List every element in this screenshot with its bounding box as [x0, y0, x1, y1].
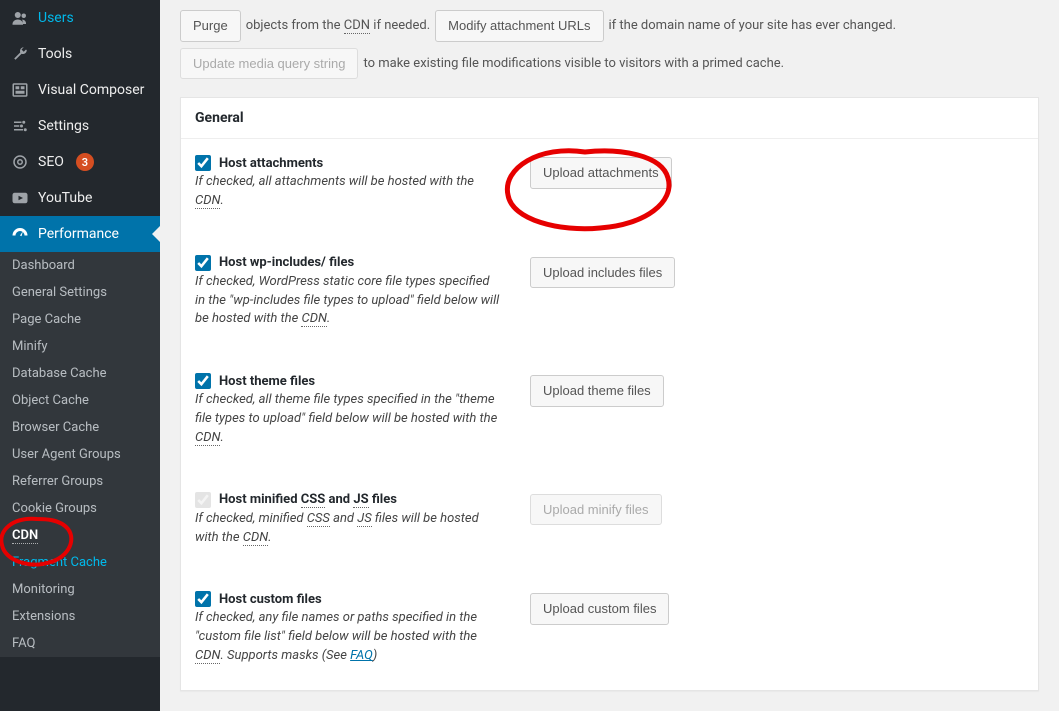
- sidebar-sub-extensions[interactable]: Extensions: [0, 603, 160, 630]
- setting-checkbox[interactable]: [195, 492, 211, 508]
- cdn-toolbar: Purge objects from the CDN if needed. Mo…: [180, 0, 1039, 48]
- setting-title-text: Host attachments: [219, 156, 323, 171]
- setting-description: If checked, WordPress static core file t…: [195, 273, 500, 330]
- setting-description: If checked, all attachments will be host…: [195, 173, 500, 211]
- cdn-abbr: CDN: [344, 18, 370, 34]
- cdn-toolbar-2: Update media query string to make existi…: [180, 48, 1039, 86]
- setting-row: Host wp-includes/ files If checked, WordP…: [181, 235, 1038, 354]
- faq-link[interactable]: FAQ: [350, 648, 373, 663]
- setting-left: Host attachments If checked, all attachme…: [195, 155, 500, 211]
- setting-row: Host custom files If checked, any file na…: [181, 571, 1038, 690]
- sidebar-item-settings[interactable]: Settings: [0, 108, 160, 144]
- setting-description: If checked, any file names or paths spec…: [195, 609, 500, 666]
- sidebar-sub-cookie-groups[interactable]: Cookie Groups: [0, 495, 160, 522]
- setting-checkbox[interactable]: [195, 373, 211, 389]
- panel-title: General: [181, 98, 1038, 139]
- setting-title[interactable]: Host minified CSS and JS files: [195, 492, 500, 508]
- setting-title-text: Host theme files: [219, 374, 315, 389]
- sidebar-item-label: Settings: [38, 118, 89, 134]
- setting-right: Upload theme files: [530, 373, 664, 448]
- upload-button-4[interactable]: Upload custom files: [530, 593, 669, 625]
- setting-checkbox[interactable]: [195, 155, 211, 171]
- setting-right: Upload minify files: [530, 492, 662, 548]
- setting-right: Upload attachments: [530, 155, 672, 211]
- sidebar-sub-dashboard[interactable]: Dashboard: [0, 252, 160, 279]
- update-description: to make existing file modifications visi…: [363, 56, 784, 71]
- sidebar-item-visual-composer[interactable]: Visual Composer: [0, 72, 160, 108]
- setting-title[interactable]: Host wp-includes/ files: [195, 255, 500, 271]
- sliders-icon: [10, 116, 30, 136]
- modify-urls-button[interactable]: Modify attachment URLs: [435, 10, 603, 42]
- sidebar-item-label: SEO: [38, 154, 64, 170]
- sidebar-item-label: Tools: [38, 46, 72, 62]
- setting-title-text: Host custom files: [219, 592, 322, 607]
- setting-row: Host attachments If checked, all attachme…: [181, 139, 1038, 235]
- sidebar-sub-general-settings[interactable]: General Settings: [0, 279, 160, 306]
- setting-title[interactable]: Host attachments: [195, 155, 500, 171]
- sidebar-sub-faq[interactable]: FAQ: [0, 630, 160, 657]
- seo-icon: [10, 152, 30, 172]
- purge-button[interactable]: Purge: [180, 10, 241, 42]
- gauge-icon: [10, 224, 30, 244]
- setting-left: Host wp-includes/ files If checked, WordP…: [195, 255, 500, 330]
- setting-left: Host minified CSS and JS files If checked…: [195, 492, 500, 548]
- sidebar-sub-referrer-groups[interactable]: Referrer Groups: [0, 468, 160, 495]
- sidebar-sub-user-agent-groups[interactable]: User Agent Groups: [0, 441, 160, 468]
- sidebar-sub-object-cache[interactable]: Object Cache: [0, 387, 160, 414]
- sidebar-sub-browser-cache[interactable]: Browser Cache: [0, 414, 160, 441]
- setting-description: If checked, all theme file types specifi…: [195, 391, 500, 448]
- users-icon: [10, 8, 30, 28]
- setting-title-text: Host minified CSS and JS files: [219, 492, 397, 507]
- sidebar-item-youtube[interactable]: YouTube: [0, 180, 160, 216]
- wrench-icon: [10, 44, 30, 64]
- admin-sidebar: Users Tools Visual Composer Settings SEO 3 You…: [0, 0, 160, 711]
- sidebar-badge: 3: [76, 153, 94, 171]
- upload-button-1[interactable]: Upload includes files: [530, 257, 675, 289]
- sidebar-item-label: Visual Composer: [38, 82, 144, 98]
- setting-row: Host minified CSS and JS files If checked…: [181, 472, 1038, 572]
- setting-title-text: Host wp-includes/ files: [219, 255, 354, 270]
- setting-right: Upload custom files: [530, 591, 669, 666]
- setting-right: Upload includes files: [530, 255, 675, 330]
- main-content: Purge objects from the CDN if needed. Mo…: [160, 0, 1059, 711]
- visual-icon: [10, 80, 30, 100]
- sidebar-item-seo[interactable]: SEO 3: [0, 144, 160, 180]
- sidebar-item-performance[interactable]: Performance: [0, 216, 160, 252]
- modify-description: if the domain name of your site has ever…: [609, 18, 897, 33]
- upload-button-2[interactable]: Upload theme files: [530, 375, 664, 407]
- sidebar-item-label: Users: [38, 10, 74, 26]
- setting-title[interactable]: Host theme files: [195, 373, 500, 389]
- sidebar-sub-monitoring[interactable]: Monitoring: [0, 576, 160, 603]
- sidebar-item-label: Performance: [38, 226, 119, 242]
- setting-title[interactable]: Host custom files: [195, 591, 500, 607]
- purge-description: objects from the CDN if needed.: [246, 18, 430, 33]
- setting-left: Host custom files If checked, any file na…: [195, 591, 500, 666]
- sidebar-sub-cdn[interactable]: CDN: [0, 522, 160, 549]
- sidebar-item-label: YouTube: [38, 190, 92, 206]
- sidebar-sub-database-cache[interactable]: Database Cache: [0, 360, 160, 387]
- upload-button-3[interactable]: Upload minify files: [530, 494, 662, 526]
- upload-button-0[interactable]: Upload attachments: [530, 157, 672, 189]
- sidebar-item-users[interactable]: Users: [0, 0, 160, 36]
- youtube-icon: [10, 188, 30, 208]
- setting-left: Host theme files If checked, all theme fi…: [195, 373, 500, 448]
- sidebar-item-tools[interactable]: Tools: [0, 36, 160, 72]
- sidebar-sub-fragment-cache[interactable]: Fragment Cache: [0, 549, 160, 576]
- setting-row: Host theme files If checked, all theme fi…: [181, 353, 1038, 472]
- sidebar-sub-page-cache[interactable]: Page Cache: [0, 306, 160, 333]
- setting-description: If checked, minified CSS and JS files wi…: [195, 510, 500, 548]
- update-query-string-button[interactable]: Update media query string: [180, 48, 358, 80]
- general-panel: General Host attachments If checked, all …: [180, 97, 1039, 691]
- setting-checkbox[interactable]: [195, 591, 211, 607]
- setting-checkbox[interactable]: [195, 255, 211, 271]
- sidebar-sub-minify[interactable]: Minify: [0, 333, 160, 360]
